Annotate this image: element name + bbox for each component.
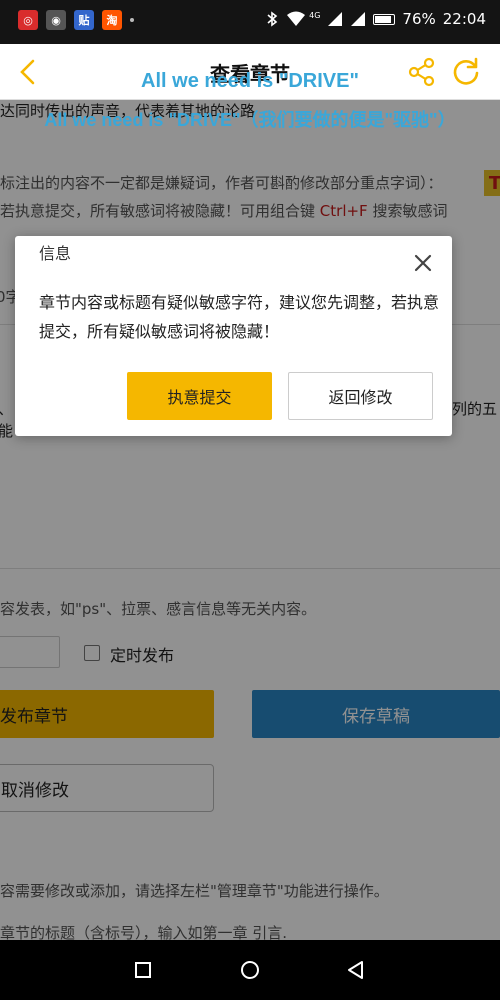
network-label: 4G	[309, 10, 321, 20]
battery-icon	[373, 13, 396, 25]
recent-apps-button[interactable]	[127, 954, 159, 986]
dialog-title: 信息	[39, 244, 72, 263]
clock: 22:04	[442, 10, 486, 28]
notification-icons: ◎ ◉ 贴 淘	[18, 10, 134, 30]
status-bar: ◎ ◉ 贴 淘 4G 76% 22:04	[0, 0, 500, 44]
dialog-message: 章节内容或标题有疑似敏感字符，建议您先调整，若执意提交，所有疑似敏感词将被隐藏！	[39, 293, 440, 341]
bluetooth-icon	[267, 11, 278, 27]
close-icon	[414, 254, 432, 272]
signal-2-icon	[351, 12, 366, 26]
circle-icon	[241, 961, 259, 979]
triangle-back-icon	[348, 961, 363, 979]
system-indicators: 4G 76% 22:04	[265, 10, 486, 28]
chat-icon: ◉	[46, 10, 66, 30]
battery-percent: 76%	[402, 10, 436, 28]
force-submit-button[interactable]: 执意提交	[127, 372, 272, 420]
tieba-icon: 贴	[74, 10, 94, 30]
sensitive-content-dialog: 信息 章节内容或标题有疑似敏感字符，建议您先调整，若执意提交，所有疑似敏感词将被…	[15, 236, 452, 436]
overlay-caption-2: All we need is "DRIVE"（我们要做的便是"驱驰"）	[44, 110, 456, 130]
netease-music-icon: ◎	[18, 10, 38, 30]
signal-icon	[328, 12, 343, 26]
nav-back-button[interactable]	[340, 954, 372, 986]
close-button[interactable]	[412, 252, 434, 274]
battery-fill	[375, 15, 391, 23]
taobao-icon: 淘	[102, 10, 122, 30]
system-nav-bar	[0, 940, 500, 1000]
return-edit-button[interactable]: 返回修改	[288, 372, 433, 420]
overlay-caption: All we need is "DRIVE"	[141, 70, 359, 92]
modal-backdrop[interactable]	[0, 100, 500, 940]
home-button[interactable]	[234, 954, 266, 986]
more-notifications-dot	[130, 18, 134, 22]
square-icon	[135, 962, 151, 978]
wifi-icon	[287, 11, 306, 26]
